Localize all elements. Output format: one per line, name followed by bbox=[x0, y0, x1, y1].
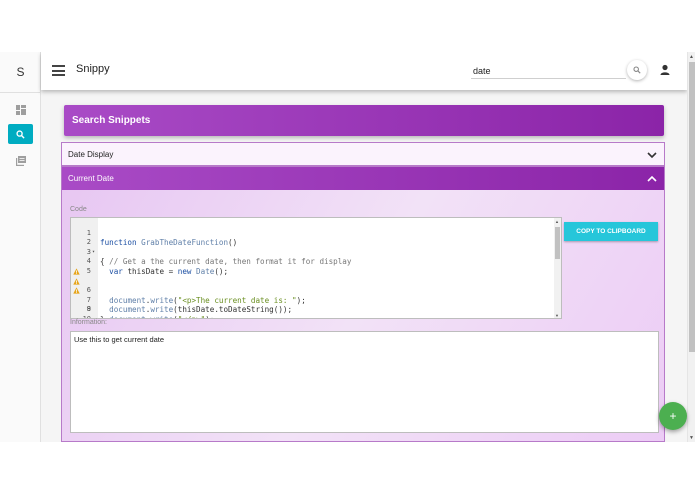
code-editor[interactable]: 1 function GrabTheDateFunction() 2 ▾ { 3… bbox=[70, 217, 562, 319]
search-snippets-header: Search Snippets bbox=[64, 105, 664, 136]
code-line: 8 document.write("</p>"); bbox=[71, 286, 559, 318]
warning-icon bbox=[73, 268, 80, 275]
panel-date-display[interactable]: Date Display bbox=[61, 142, 665, 166]
add-snippet-button[interactable]: + bbox=[659, 402, 687, 430]
panel-title: Current Date bbox=[68, 174, 114, 183]
dashboard-icon bbox=[15, 105, 26, 115]
nav-item-library[interactable] bbox=[8, 151, 33, 171]
panel-header[interactable]: Current Date bbox=[62, 167, 664, 190]
scroll-up-icon[interactable]: ▲ bbox=[555, 219, 559, 224]
copy-to-clipboard-button[interactable]: COPY TO CLIPBOARD bbox=[564, 222, 658, 241]
code-line: 6 document.write("<p>The current date is… bbox=[71, 267, 559, 305]
plus-icon: + bbox=[669, 409, 677, 423]
code-line: 5 bbox=[71, 257, 559, 275]
code-line: 4 var thisDate = new Date(); bbox=[71, 248, 559, 276]
code-text: document.write("</p>"); bbox=[100, 315, 214, 318]
code-line: 7 document.write(thisDate.toDateString()… bbox=[71, 277, 559, 314]
menu-icon[interactable] bbox=[52, 65, 65, 76]
app-frame: S Snippy ▲ ▼ Search Snippets Date Displa… bbox=[0, 52, 695, 442]
search-icon bbox=[633, 66, 641, 74]
panel-current-date: Current Date Code 1 function GrabTheDate… bbox=[61, 166, 665, 442]
code-line: 1 function GrabTheDateFunction() bbox=[71, 219, 559, 248]
chevron-down-icon[interactable] bbox=[646, 149, 658, 161]
code-label: Code bbox=[70, 206, 87, 213]
app-title: Snippy bbox=[76, 63, 110, 75]
scroll-thumb[interactable] bbox=[689, 62, 695, 352]
search-icon bbox=[16, 129, 25, 139]
nav-item-search[interactable] bbox=[8, 124, 33, 144]
editor-scrollbar[interactable]: ▲ ▼ bbox=[554, 218, 561, 318]
information-textarea[interactable]: Use this to get current date bbox=[70, 331, 659, 433]
warning-icon bbox=[73, 277, 80, 285]
chevron-up-icon[interactable] bbox=[646, 173, 658, 185]
nav-item-dashboard[interactable] bbox=[8, 100, 33, 120]
information-label: Information: bbox=[70, 319, 107, 326]
search-input[interactable] bbox=[471, 63, 626, 79]
person-icon[interactable] bbox=[658, 63, 672, 77]
library-icon bbox=[15, 156, 26, 166]
page-scrollbar[interactable]: ▲ ▼ bbox=[687, 52, 695, 442]
scroll-down-icon[interactable]: ▼ bbox=[689, 435, 694, 441]
code-line: 2 ▾ { bbox=[71, 229, 559, 266]
scroll-up-icon[interactable]: ▲ bbox=[689, 54, 694, 60]
left-nav-rail: S bbox=[0, 52, 41, 442]
scroll-thumb[interactable] bbox=[555, 227, 560, 259]
code-line: 3 // Get a the current date, then format… bbox=[71, 238, 559, 267]
search-button[interactable] bbox=[627, 60, 647, 80]
top-app-bar: Snippy bbox=[41, 52, 687, 90]
app-avatar[interactable]: S bbox=[0, 62, 41, 82]
scroll-down-icon[interactable]: ▼ bbox=[555, 313, 559, 318]
code-line: 9 } bbox=[71, 296, 559, 318]
rail-divider bbox=[0, 92, 41, 93]
panel-title: Date Display bbox=[68, 150, 114, 159]
warning-icon bbox=[73, 287, 80, 294]
code-line: 10 bbox=[71, 305, 559, 318]
